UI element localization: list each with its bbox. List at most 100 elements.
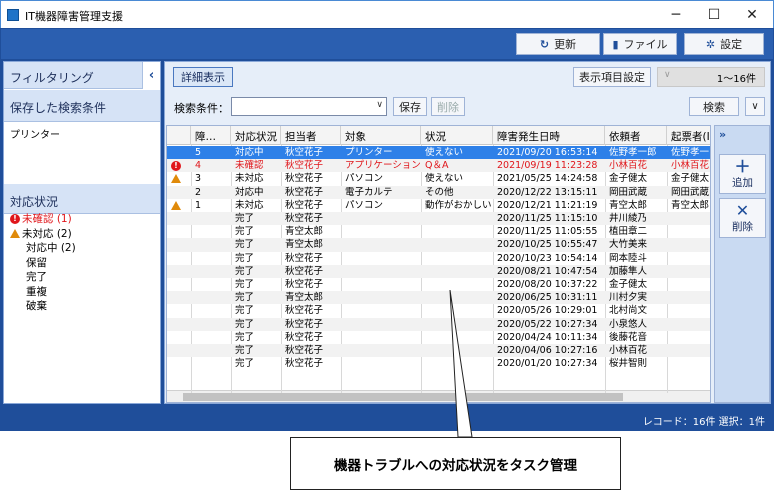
update-button[interactable]: ↻ 更新 — [516, 33, 600, 55]
cell-requester: 桜井智則 — [609, 358, 648, 370]
table-row[interactable]: 完了 秋空花子 2020/11/25 11:15:10 井川綾乃 — [167, 212, 710, 226]
horizontal-scrollbar[interactable] — [167, 390, 710, 402]
expand-columns-icon[interactable]: » — [719, 128, 726, 141]
table-row[interactable]: 2 対応中 秋空花子 電子カルテ その他 2020/12/22 13:15:11 岡田武蔵 岡… — [167, 185, 710, 199]
column-header-state[interactable]: 状況 — [421, 126, 493, 145]
scrollbar-thumb[interactable] — [183, 393, 623, 401]
cell-assignee: 秋空花子 — [285, 173, 324, 185]
cell-target — [341, 318, 421, 331]
expand-search-button[interactable]: ∨ — [745, 97, 765, 116]
table-row[interactable]: 完了 秋空花子 2020/10/23 10:54:14 岡本陸斗 — [167, 252, 710, 265]
cell-requester: 小林百花 — [609, 345, 648, 356]
plus-icon: ＋ — [734, 156, 751, 176]
maximize-button[interactable]: ☐ — [697, 1, 731, 29]
cell-reporter — [667, 278, 710, 291]
cell-reporter: 金子健太 — [671, 173, 710, 185]
status-item[interactable]: 対応中 (2) — [10, 241, 76, 256]
error-icon: ! — [171, 161, 181, 172]
cell-reporter — [667, 238, 710, 251]
cell-no — [191, 238, 231, 251]
table-row[interactable]: 完了 秋空花子 2020/08/20 10:37:22 金子健太 — [167, 278, 710, 291]
column-header-requester[interactable]: 依頼者 — [605, 126, 667, 145]
status-item-label: 破棄 — [26, 300, 47, 312]
table-row[interactable]: 3 未対応 秋空花子 パソコン 使えない 2021/05/25 14:24:58 金子健太 金… — [167, 172, 710, 185]
cell-assignee: 秋空花子 — [285, 160, 324, 172]
status-item[interactable]: 未対応 (2) — [10, 227, 76, 242]
app-icon — [7, 9, 19, 21]
add-button[interactable]: ＋ 追加 — [719, 154, 766, 194]
cell-date: 2020/01/20 10:27:34 — [497, 358, 598, 370]
status-header: 対応状況 — [4, 184, 160, 214]
collapse-panel-button[interactable]: ‹ — [142, 62, 160, 89]
record-range[interactable]: ∨ 1〜16件 — [657, 67, 765, 87]
cell-reporter — [667, 265, 710, 278]
cell-requester: 金子健太 — [609, 279, 648, 290]
remove-button[interactable]: ✕ 削除 — [719, 198, 766, 238]
cell-date: 2020/12/21 11:21:19 — [497, 199, 598, 211]
cell-no — [191, 225, 231, 238]
table-row[interactable]: 完了 秋空花子 2020/04/06 10:27:16 小林百花 — [167, 344, 710, 358]
cell-reporter: 岡田武蔵 — [671, 186, 710, 198]
cell-no — [191, 291, 231, 304]
search-button[interactable]: 検索 — [689, 97, 739, 116]
cell-requester: 北村尚文 — [609, 305, 648, 317]
cell-requester: 川村夕実 — [609, 292, 648, 304]
column-header-reporter[interactable]: 起票者(I — [667, 126, 710, 145]
cell-target: パソコン — [345, 199, 384, 211]
saved-search-item[interactable]: プリンター — [10, 126, 60, 141]
row-status-icon-cell — [167, 225, 191, 238]
status-item[interactable]: 完了 — [10, 270, 76, 285]
cell-reporter — [667, 331, 710, 344]
detail-view-button[interactable]: 詳細表示 — [173, 67, 233, 87]
cell-no — [191, 212, 231, 225]
file-button[interactable]: ▮ ファイル — [603, 33, 677, 55]
chevron-down-icon: ∨ — [376, 100, 383, 110]
display-settings-button[interactable]: 表示項目設定 — [573, 67, 651, 87]
table-row[interactable]: 5 対応中 秋空花子 プリンター 使えない 2021/09/20 16:53:14 佐野孝一… — [167, 146, 710, 160]
cell-requester: 後藤花音 — [609, 331, 648, 343]
cell-state — [421, 212, 493, 225]
cell-requester: 加藤隼人 — [609, 265, 648, 277]
save-button[interactable]: 保存 — [393, 97, 427, 116]
column-header-status[interactable]: 対応状況 — [231, 126, 281, 145]
minimize-button[interactable]: ─ — [659, 1, 693, 29]
search-condition-select[interactable]: ∨ — [231, 97, 387, 116]
table-row[interactable]: 1 未対応 秋空花子 パソコン 動作がおかしい 2020/12/21 11:21:19 青空… — [167, 199, 710, 212]
table-row[interactable]: 完了 秋空花子 2020/05/22 10:27:34 小泉悠人 — [167, 317, 710, 331]
settings-button[interactable]: ✲ 設定 — [684, 33, 764, 55]
cell-target — [341, 252, 421, 265]
column-header-target[interactable]: 対象 — [341, 126, 421, 145]
cell-date: 2020/08/21 10:47:54 — [497, 265, 598, 277]
cell-date: 2021/05/25 14:24:58 — [497, 173, 598, 185]
caption-text: 機器トラブルへの対応状況をタスク管理 — [334, 457, 577, 474]
cell-requester: 青空太郎 — [609, 199, 648, 211]
table-row[interactable]: 完了 秋空花子 2020/05/26 10:29:01 北村尚文 — [167, 304, 710, 317]
status-item[interactable]: 破棄 — [10, 299, 76, 314]
column-header-no[interactable]: 障… — [191, 126, 231, 145]
table-row[interactable]: 完了 青空太郎 2020/11/25 11:05:55 植田章二 — [167, 225, 710, 238]
warning-icon — [171, 200, 181, 210]
table-row[interactable]: ! 4 未確認 秋空花子 アプリケーション Q＆A 2021/09/19 11:23:28 小… — [167, 159, 710, 173]
table-row[interactable]: 完了 青空太郎 2020/06/25 10:31:11 川村夕実 — [167, 291, 710, 305]
cell-reporter — [667, 291, 710, 304]
cell-assignee: 青空太郎 — [285, 239, 324, 251]
table-row[interactable]: 完了 秋空花子 2020/01/20 10:27:34 桜井智則 — [167, 357, 710, 370]
cell-target — [341, 344, 421, 357]
delete-search-button[interactable]: 削除 — [431, 97, 465, 116]
cell-no: 3 — [195, 173, 202, 185]
column-header-date[interactable]: 障害発生日時 — [493, 126, 605, 145]
column-header-icon — [167, 126, 191, 145]
table-row[interactable]: 完了 青空太郎 2020/10/25 10:55:47 大竹美来 — [167, 238, 710, 252]
row-status-icon-cell — [167, 265, 191, 278]
range-label: 1〜16件 — [716, 73, 756, 85]
row-status-icon-cell — [167, 146, 191, 159]
status-item-label: 未対応 (2) — [22, 227, 72, 240]
table-row[interactable]: 完了 秋空花子 2020/08/21 10:47:54 加藤隼人 — [167, 264, 710, 278]
table-row[interactable]: 完了 秋空花子 2020/04/24 10:11:34 後藤花音 — [167, 331, 710, 344]
status-item[interactable]: 保留 — [10, 256, 76, 271]
status-item[interactable]: ! 未確認 (1) — [10, 212, 76, 227]
column-header-assignee[interactable]: 担当者 — [281, 126, 341, 145]
status-item[interactable]: 重複 — [10, 285, 76, 300]
cell-assignee: 秋空花子 — [285, 252, 324, 264]
close-button[interactable]: ✕ — [735, 1, 769, 29]
